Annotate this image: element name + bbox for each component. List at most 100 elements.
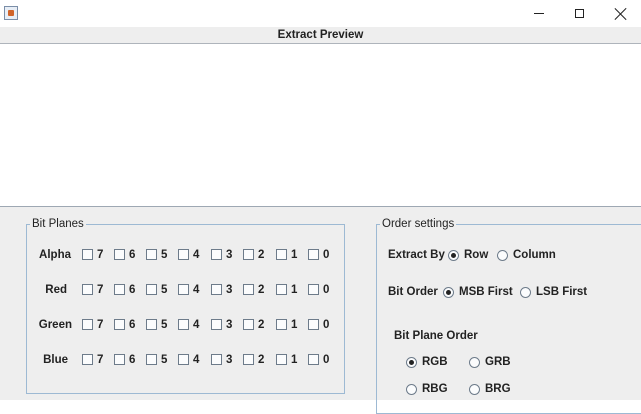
- checkbox-blue-5[interactable]: [146, 354, 157, 365]
- java-app-icon: [4, 6, 18, 20]
- bit-label: 5: [161, 319, 168, 331]
- checkbox-alpha-6[interactable]: [114, 249, 125, 260]
- row-label: Red: [45, 284, 67, 296]
- bit-plane-order-label: Bit Plane Order: [394, 330, 478, 342]
- checkbox-alpha-4[interactable]: [178, 249, 189, 260]
- checkbox-red-3[interactable]: [211, 284, 222, 295]
- checkbox-blue-1[interactable]: [276, 354, 287, 365]
- bit-label: 5: [161, 249, 168, 261]
- radio-msb-first[interactable]: [443, 287, 454, 298]
- bit-label: 1: [291, 354, 298, 366]
- minimize-button[interactable]: [517, 0, 561, 27]
- row-label: Green: [38, 319, 72, 331]
- radio-grb[interactable]: [469, 357, 480, 368]
- bit-label: 3: [226, 354, 233, 366]
- bit-label: 7: [97, 284, 104, 296]
- checkbox-alpha-5[interactable]: [146, 249, 157, 260]
- bit-label: 6: [129, 319, 136, 331]
- bit-label: 1: [291, 284, 298, 296]
- radio-extract-row-label: Row: [464, 249, 489, 261]
- checkbox-alpha-0[interactable]: [308, 249, 319, 260]
- checkbox-alpha-1[interactable]: [276, 249, 287, 260]
- radio-lsb-first[interactable]: [520, 287, 531, 298]
- preview-area: [0, 44, 641, 207]
- settings-panel: Bit Planes Alpha 7 6 5 4 3 2 1 0 Red 7 6…: [0, 207, 641, 414]
- checkbox-green-1[interactable]: [276, 319, 287, 330]
- minimize-icon: [534, 13, 544, 14]
- bit-label: 4: [193, 354, 200, 366]
- bit-label: 0: [323, 354, 330, 366]
- checkbox-blue-6[interactable]: [114, 354, 125, 365]
- checkbox-red-5[interactable]: [146, 284, 157, 295]
- bit-label: 5: [161, 284, 168, 296]
- checkbox-red-6[interactable]: [114, 284, 125, 295]
- preview-title: Extract Preview: [0, 27, 641, 44]
- checkbox-green-5[interactable]: [146, 319, 157, 330]
- checkbox-green-4[interactable]: [178, 319, 189, 330]
- checkbox-blue-2[interactable]: [243, 354, 254, 365]
- bit-plane-row-green: Green 7 6 5 4 3 2 1 0: [0, 317, 329, 333]
- bit-label: 7: [97, 354, 104, 366]
- row-label: Alpha: [39, 249, 71, 261]
- bit-plane-row-alpha: Alpha 7 6 5 4 3 2 1 0: [0, 247, 329, 263]
- radio-lsb-first-label: LSB First: [536, 286, 588, 298]
- radio-rgb[interactable]: [406, 357, 417, 368]
- checkbox-red-0[interactable]: [308, 284, 319, 295]
- checkbox-green-6[interactable]: [114, 319, 125, 330]
- bit-plane-row-red: Red 7 6 5 4 3 2 1 0: [0, 282, 329, 298]
- checkbox-red-1[interactable]: [276, 284, 287, 295]
- radio-msb-first-label: MSB First: [459, 286, 513, 298]
- radio-grb-label: GRB: [485, 356, 511, 368]
- bit-label: 6: [129, 284, 136, 296]
- checkbox-red-7[interactable]: [82, 284, 93, 295]
- checkbox-blue-7[interactable]: [82, 354, 93, 365]
- bit-label: 0: [323, 249, 330, 261]
- bit-label: 2: [258, 249, 265, 261]
- bit-label: 0: [323, 319, 330, 331]
- checkbox-alpha-7[interactable]: [82, 249, 93, 260]
- title-bar: [0, 0, 641, 27]
- radio-extract-row[interactable]: [448, 250, 459, 261]
- bit-order-label: Bit Order: [388, 286, 438, 298]
- close-icon: [615, 8, 627, 20]
- bit-label: 2: [258, 319, 265, 331]
- bit-label: 4: [193, 284, 200, 296]
- bit-label: 0: [323, 284, 330, 296]
- row-label: Blue: [43, 354, 68, 366]
- bit-label: 4: [193, 249, 200, 261]
- close-button[interactable]: [599, 0, 641, 27]
- checkbox-green-0[interactable]: [308, 319, 319, 330]
- checkbox-green-2[interactable]: [243, 319, 254, 330]
- checkbox-green-7[interactable]: [82, 319, 93, 330]
- bit-label: 2: [258, 354, 265, 366]
- checkbox-blue-3[interactable]: [211, 354, 222, 365]
- checkbox-blue-4[interactable]: [178, 354, 189, 365]
- radio-brg-label: BRG: [485, 383, 511, 395]
- bit-label: 6: [129, 354, 136, 366]
- maximize-button[interactable]: [557, 0, 601, 27]
- bit-label: 6: [129, 249, 136, 261]
- radio-brg[interactable]: [469, 384, 480, 395]
- bit-label: 4: [193, 319, 200, 331]
- bit-label: 1: [291, 249, 298, 261]
- radio-rgb-label: RGB: [422, 356, 448, 368]
- checkbox-green-3[interactable]: [211, 319, 222, 330]
- checkbox-alpha-2[interactable]: [243, 249, 254, 260]
- bit-label: 2: [258, 284, 265, 296]
- extract-by-label: Extract By: [388, 249, 445, 261]
- checkbox-alpha-3[interactable]: [211, 249, 222, 260]
- radio-extract-column[interactable]: [497, 250, 508, 261]
- radio-extract-column-label: Column: [513, 249, 556, 261]
- bit-label: 3: [226, 319, 233, 331]
- bit-label: 1: [291, 319, 298, 331]
- bit-label: 3: [226, 284, 233, 296]
- bit-planes-title: Bit Planes: [30, 217, 86, 231]
- checkbox-red-4[interactable]: [178, 284, 189, 295]
- bit-plane-row-blue: Blue 7 6 5 4 3 2 1 0: [0, 352, 329, 368]
- checkbox-blue-0[interactable]: [308, 354, 319, 365]
- bit-label: 7: [97, 249, 104, 261]
- bit-label: 7: [97, 319, 104, 331]
- checkbox-red-2[interactable]: [243, 284, 254, 295]
- radio-rbg[interactable]: [406, 384, 417, 395]
- order-settings-title: Order settings: [380, 217, 457, 231]
